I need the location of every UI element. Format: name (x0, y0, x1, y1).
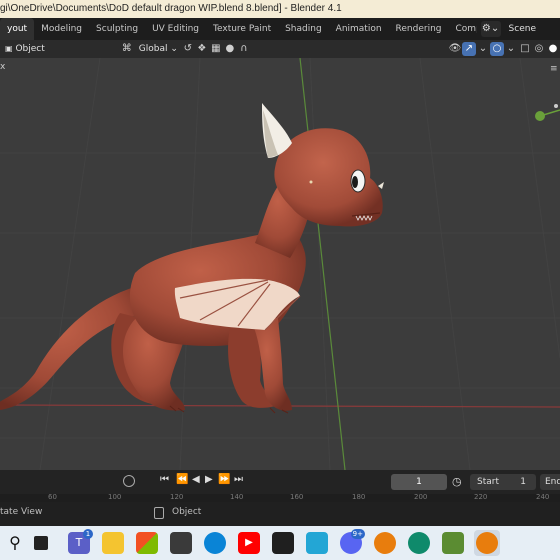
scene-label: Scene (508, 24, 536, 34)
start-frame-field[interactable]: Start 1 (470, 474, 536, 490)
dragon-nostril-horn (378, 182, 384, 189)
tab-texture-paint[interactable]: Texture Paint (206, 18, 278, 40)
discord-badge: 9+ (350, 529, 365, 539)
transform-orientation-dropdown[interactable]: Global ⌄ (136, 42, 181, 56)
transform-orientation-icon[interactable]: ⌘ (120, 42, 134, 56)
status-mid-text: Object (172, 507, 202, 517)
snap-target-icon[interactable]: ▦ (209, 42, 223, 56)
dragon-far-eye (309, 180, 313, 184)
ruler-tick: 180 (352, 494, 366, 501)
3d-viewport[interactable]: x ≡ (0, 58, 560, 470)
play-reverse-icon[interactable]: ◀ (192, 474, 200, 485)
scene-selector[interactable]: ⚙⌄ Scene (476, 18, 560, 40)
transform-orientation-label: Global (138, 44, 168, 54)
start-value: 1 (520, 477, 526, 487)
play-icon[interactable]: ▶ (205, 474, 213, 485)
end-frame-field[interactable]: End (540, 474, 560, 490)
clip-studio-icon[interactable] (272, 532, 294, 554)
window-title-bar: gi\OneDrive\Documents\DoD default dragon… (0, 0, 560, 18)
proportional-edit-icon[interactable]: ● (223, 42, 237, 56)
edge-icon[interactable] (408, 532, 430, 554)
ruler-tick: 120 (170, 494, 184, 501)
gizmo-dropdown-icon[interactable]: ⌄ (476, 42, 490, 56)
timeline-header: ⏮ ⏪ ◀ ▶ ⏩ ⏭ 1 ◷ Start 1 End (0, 470, 560, 494)
visibility-icon[interactable]: 👁 (448, 42, 462, 56)
tab-sculpting[interactable]: Sculpting (89, 18, 145, 40)
file-explorer-icon[interactable] (102, 532, 124, 554)
tab-uv-editing[interactable]: UV Editing (145, 18, 206, 40)
mouse-icon (154, 507, 164, 519)
workspace-tabs-bar: yout Modeling Sculpting UV Editing Textu… (0, 18, 560, 40)
tab-rendering[interactable]: Rendering (389, 18, 449, 40)
calculator-icon[interactable] (170, 532, 192, 554)
task-view-icon[interactable] (34, 536, 48, 550)
viewport-scene (0, 58, 560, 470)
dragon-pupil (352, 176, 358, 188)
jump-end-icon[interactable]: ⏭ (234, 474, 243, 485)
tab-shading[interactable]: Shading (278, 18, 329, 40)
app-icon-blue[interactable] (204, 532, 226, 554)
blender-icon[interactable] (374, 532, 396, 554)
status-left-text: tate View (0, 507, 43, 517)
end-label: End (545, 477, 560, 487)
ruler-tick: 220 (474, 494, 488, 501)
wireframe-shading-icon[interactable]: ◎ (532, 42, 546, 56)
blender-active-icon[interactable] (476, 532, 498, 554)
viewport-header: ▣ Object ⌘ Global ⌄ ↺ ❖ ▦ ● ∩ 👁 ↗ ⌄ ○ ⌄ … (0, 40, 560, 58)
ruler-tick: 140 (230, 494, 244, 501)
start-label: Start (477, 477, 499, 487)
microsoft-store-icon[interactable] (136, 532, 158, 554)
teams-badge: 1 (83, 529, 93, 539)
overlay-dropdown-icon[interactable]: ⌄ (504, 42, 518, 56)
gizmo-toggle-icon[interactable]: ↗ (462, 42, 476, 56)
jump-keyframe-forward-icon[interactable]: ⏩ (218, 474, 230, 485)
ruler-tick: 100 (108, 494, 122, 501)
hamburger-icon[interactable]: ≡ (550, 64, 560, 74)
current-frame-field[interactable]: 1 (391, 474, 447, 490)
xray-icon[interactable]: □ (518, 42, 532, 56)
record-icon[interactable] (123, 475, 135, 487)
object-mode-icon: ▣ (5, 44, 13, 53)
gizmo-center (554, 104, 558, 108)
discord-icon[interactable]: 9+ (340, 529, 365, 554)
object-mode-label: Object (15, 44, 45, 54)
search-icon[interactable]: ⚲ (4, 532, 26, 554)
teams-icon[interactable]: T1 (68, 529, 93, 554)
youtube-icon[interactable]: ▶ (238, 532, 260, 554)
windows-taskbar: ⚲ T1 ▶ 9+ (0, 526, 560, 560)
vscode-icon[interactable] (306, 532, 328, 554)
minecraft-icon[interactable] (442, 532, 464, 554)
y-axis-line (299, 58, 346, 470)
tab-animation[interactable]: Animation (329, 18, 389, 40)
object-mode-dropdown[interactable]: ▣ Object (2, 42, 48, 56)
ruler-tick: 240 (536, 494, 550, 501)
tab-layout[interactable]: yout (0, 18, 35, 40)
ruler-tick: 160 (290, 494, 304, 501)
window-title: gi\OneDrive\Documents\DoD default dragon… (0, 3, 342, 14)
viewport-axis-label: x (0, 62, 6, 72)
ruler-tick: 60 (48, 494, 57, 501)
pivot-point-icon[interactable]: ↺ (181, 42, 195, 56)
falloff-icon[interactable]: ∩ (237, 42, 251, 56)
ruler-tick: 200 (414, 494, 428, 501)
overlay-toggle-icon[interactable]: ○ (490, 42, 504, 56)
clock-icon[interactable]: ◷ (452, 474, 466, 490)
scene-icon[interactable]: ⚙⌄ (480, 21, 501, 37)
snap-icon[interactable]: ❖ (195, 42, 209, 56)
solid-shading-icon[interactable]: ● (546, 42, 560, 56)
status-bar: tate View Object (0, 502, 560, 526)
jump-keyframe-back-icon[interactable]: ⏪ (176, 474, 188, 485)
timeline-ruler[interactable]: 60 100 120 140 160 180 200 220 240 (0, 494, 560, 502)
jump-start-icon[interactable]: ⏮ (160, 474, 169, 485)
tab-modeling[interactable]: Modeling (34, 18, 89, 40)
